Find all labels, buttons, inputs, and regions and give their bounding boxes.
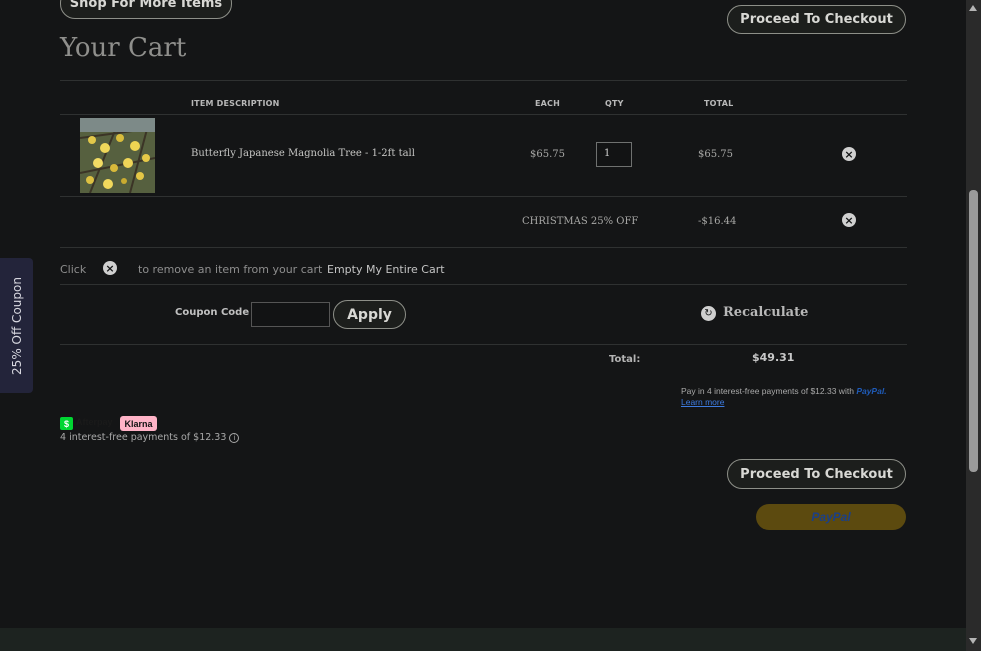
paypal-learn-more-link[interactable]: Learn more [681, 397, 724, 407]
col-header-description: ITEM DESCRIPTION [191, 99, 280, 108]
item-name[interactable]: Butterfly Japanese Magnolia Tree - 1-2ft… [191, 148, 415, 159]
info-icon[interactable]: i [229, 432, 240, 443]
recalculate-button[interactable]: Recalculate [723, 305, 808, 320]
item-each-price: $65.75 [530, 149, 565, 160]
item-total-price: $65.75 [698, 149, 733, 160]
page-title: Your Cart [60, 33, 187, 63]
scroll-down-arrow-icon[interactable] [969, 638, 977, 644]
installments-label: 4 interest-free payments of $12.33 [60, 432, 227, 443]
coupon-side-tab-label: 25% Off Coupon [9, 276, 24, 375]
afterpay-logo: Afterpay [76, 417, 113, 427]
scroll-up-arrow-icon[interactable] [969, 5, 977, 11]
installments-text: 4 interest-free payments of $12.33 i [60, 432, 240, 443]
col-header-each: EACH [535, 99, 561, 108]
paypal-checkout-button[interactable]: PayPal [756, 504, 906, 530]
scrollbar-track[interactable] [966, 0, 981, 651]
remove-hint-click: Click [60, 263, 87, 276]
remove-discount-icon[interactable]: × [842, 213, 856, 227]
paypal-logo-small: PayPal. [856, 386, 887, 396]
footer-band [0, 628, 966, 651]
remove-hint-icon: × [103, 261, 117, 275]
product-thumbnail[interactable] [80, 118, 155, 193]
coupon-side-tab[interactable]: 25% Off Coupon [0, 258, 33, 393]
apply-coupon-button[interactable]: Apply [333, 300, 406, 329]
proceed-checkout-top-button[interactable]: Proceed To Checkout [727, 5, 906, 34]
remove-hint-text: to remove an item from your cart [138, 263, 323, 276]
paypal-message-text: Pay in 4 interest-free payments of $12.3… [681, 386, 854, 396]
proceed-checkout-bottom-button[interactable]: Proceed To Checkout [727, 459, 906, 489]
shop-more-button[interactable]: Shop For More Items [60, 0, 232, 19]
total-value: $49.31 [752, 351, 795, 364]
scrollbar-thumb[interactable] [969, 190, 978, 472]
coupon-label: Coupon Code [175, 307, 250, 318]
quantity-input[interactable]: 1 [596, 142, 632, 167]
total-label: Total: [609, 354, 641, 365]
discount-amount: -$16.44 [698, 216, 737, 227]
klarna-badge: Klarna [120, 416, 157, 431]
col-header-qty: QTY [605, 99, 624, 108]
recalculate-icon[interactable]: ↻ [701, 306, 716, 321]
magnolia-image [80, 118, 155, 193]
col-header-total: TOTAL [704, 99, 734, 108]
paypal-pay-in-4-message: Pay in 4 interest-free payments of $12.3… [681, 386, 887, 396]
cashapp-icon: $ [60, 417, 73, 430]
remove-item-icon[interactable]: × [842, 147, 856, 161]
discount-label: CHRISTMAS 25% OFF [522, 216, 639, 227]
empty-cart-link[interactable]: Empty My Entire Cart [327, 263, 445, 276]
coupon-code-input[interactable] [251, 302, 330, 327]
